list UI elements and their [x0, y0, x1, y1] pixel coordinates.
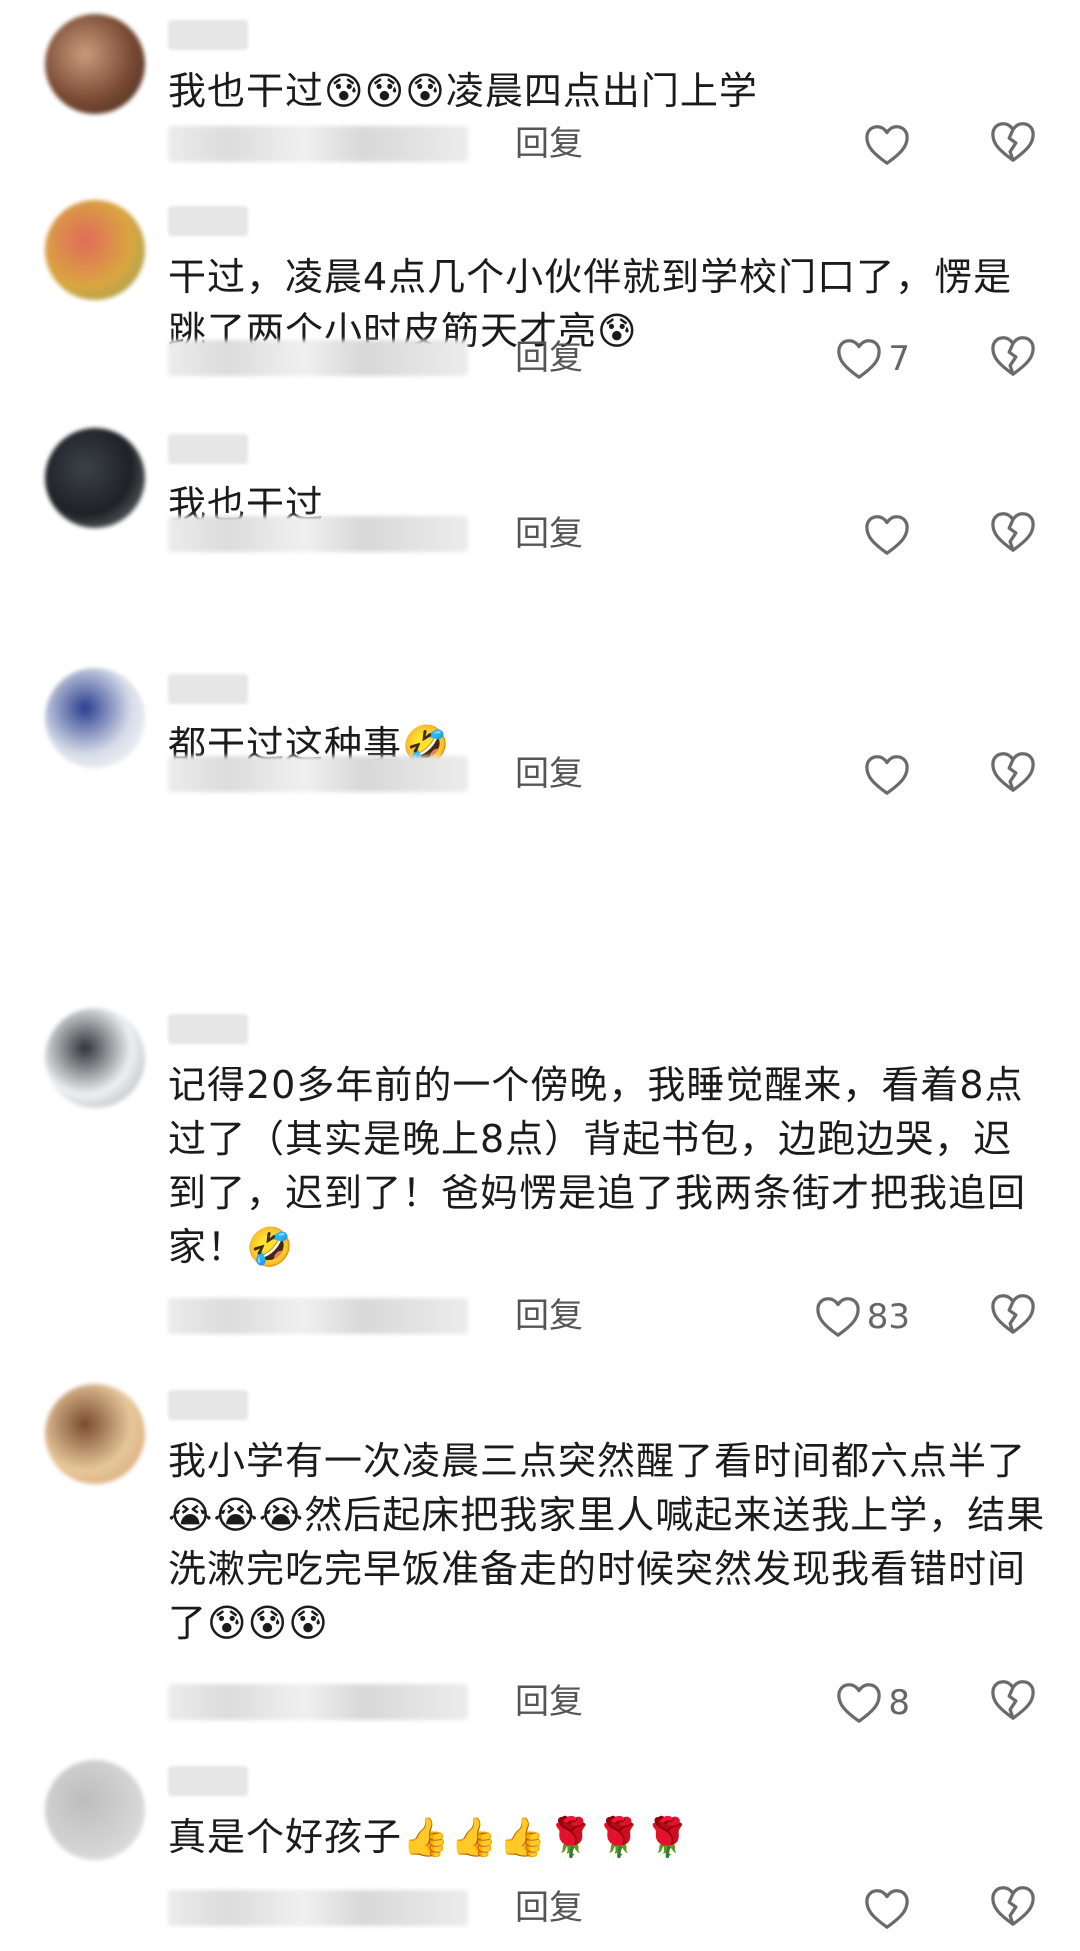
avatar[interactable]: [45, 1760, 145, 1860]
comment-item: 都干过这种事🤣 回复: [0, 668, 1080, 868]
comment-list: 我也干过😰😰😰凌晨四点出门上学 回复 干过，凌晨4点几个小伙伴就到学校门口了，愣…: [0, 0, 1080, 1951]
like-button[interactable]: 8: [836, 1678, 910, 1728]
like-button[interactable]: 83: [815, 1292, 910, 1342]
username[interactable]: [168, 674, 248, 704]
comment-date: [168, 1298, 468, 1334]
avatar[interactable]: [45, 1384, 145, 1484]
like-count: 83: [866, 1297, 910, 1337]
heart-icon: [865, 515, 909, 555]
reply-button[interactable]: 回复: [515, 752, 583, 796]
username[interactable]: [168, 1766, 248, 1796]
reply-button[interactable]: 回复: [515, 1294, 583, 1338]
dislike-button[interactable]: [990, 120, 1036, 168]
like-count: 7: [888, 339, 910, 379]
broken-heart-icon: [991, 752, 1035, 792]
comment-item: 我小学有一次凌晨三点突然醒了看时间都六点半了😭😭😭然后起床把我家里人喊起来送我上…: [0, 1384, 1080, 1723]
heart-icon: [865, 755, 909, 795]
reply-button[interactable]: 回复: [515, 336, 583, 380]
comment-date: [168, 1684, 468, 1720]
reply-button[interactable]: 回复: [515, 1886, 583, 1930]
like-button[interactable]: [864, 120, 910, 170]
reply-button[interactable]: 回复: [515, 1680, 583, 1724]
like-button[interactable]: [864, 1884, 910, 1934]
broken-heart-icon: [991, 512, 1035, 552]
comment-date: [168, 756, 468, 792]
username[interactable]: [168, 434, 248, 464]
dislike-button[interactable]: [990, 510, 1036, 558]
broken-heart-icon: [991, 1680, 1035, 1720]
comment-text: 记得20多年前的一个傍晚，我睡觉醒来，看着8点过了（其实是晚上8点）背起书包，边…: [168, 1063, 1027, 1269]
reply-button[interactable]: 回复: [515, 512, 583, 556]
dislike-button[interactable]: [990, 1884, 1036, 1932]
dislike-button[interactable]: [990, 750, 1036, 798]
broken-heart-icon: [991, 1886, 1035, 1926]
avatar[interactable]: [45, 200, 145, 300]
comment-item: 真是个好孩子👍👍👍🌹🌹🌹 回复: [0, 1760, 1080, 1950]
comment-item: 我也干过 回复: [0, 428, 1080, 628]
like-button[interactable]: 7: [836, 334, 910, 384]
comment-text: 我小学有一次凌晨三点突然醒了看时间都六点半了😭😭😭然后起床把我家里人喊起来送我上…: [168, 1439, 1046, 1645]
username[interactable]: [168, 1014, 248, 1044]
username[interactable]: [168, 206, 248, 236]
like-count: 8: [888, 1683, 910, 1723]
heart-icon: [865, 125, 909, 165]
heart-icon: [837, 339, 882, 379]
broken-heart-icon: [991, 122, 1035, 162]
dislike-button[interactable]: [990, 1678, 1036, 1726]
heart-icon: [815, 1297, 860, 1337]
broken-heart-icon: [991, 1294, 1035, 1334]
comment-item: 我也干过😰😰😰凌晨四点出门上学 回复: [0, 14, 1080, 214]
comment-date: [168, 1890, 468, 1926]
like-button[interactable]: [864, 750, 910, 800]
like-button[interactable]: [864, 510, 910, 560]
comment-text: 我也干过😰😰😰凌晨四点出门上学: [168, 69, 758, 113]
heart-icon: [865, 1889, 909, 1929]
username[interactable]: [168, 20, 248, 50]
comment-item: 干过，凌晨4点几个小伙伴就到学校门口了，愣是跳了两个小时皮筋天才亮😰 回复 7: [0, 200, 1080, 440]
dislike-button[interactable]: [990, 334, 1036, 382]
heart-icon: [837, 1683, 882, 1723]
comment-date: [168, 516, 468, 552]
comment-item: 记得20多年前的一个傍晚，我睡觉醒来，看着8点过了（其实是晚上8点）背起书包，边…: [0, 1008, 1080, 1337]
username[interactable]: [168, 1390, 248, 1420]
reply-button[interactable]: 回复: [515, 122, 583, 166]
avatar[interactable]: [45, 14, 145, 114]
comment-date: [168, 340, 468, 376]
dislike-button[interactable]: [990, 1292, 1036, 1340]
comment-text: 真是个好孩子👍👍👍🌹🌹🌹: [168, 1815, 692, 1859]
broken-heart-icon: [991, 336, 1035, 376]
avatar[interactable]: [45, 1008, 145, 1108]
comment-date: [168, 126, 468, 162]
